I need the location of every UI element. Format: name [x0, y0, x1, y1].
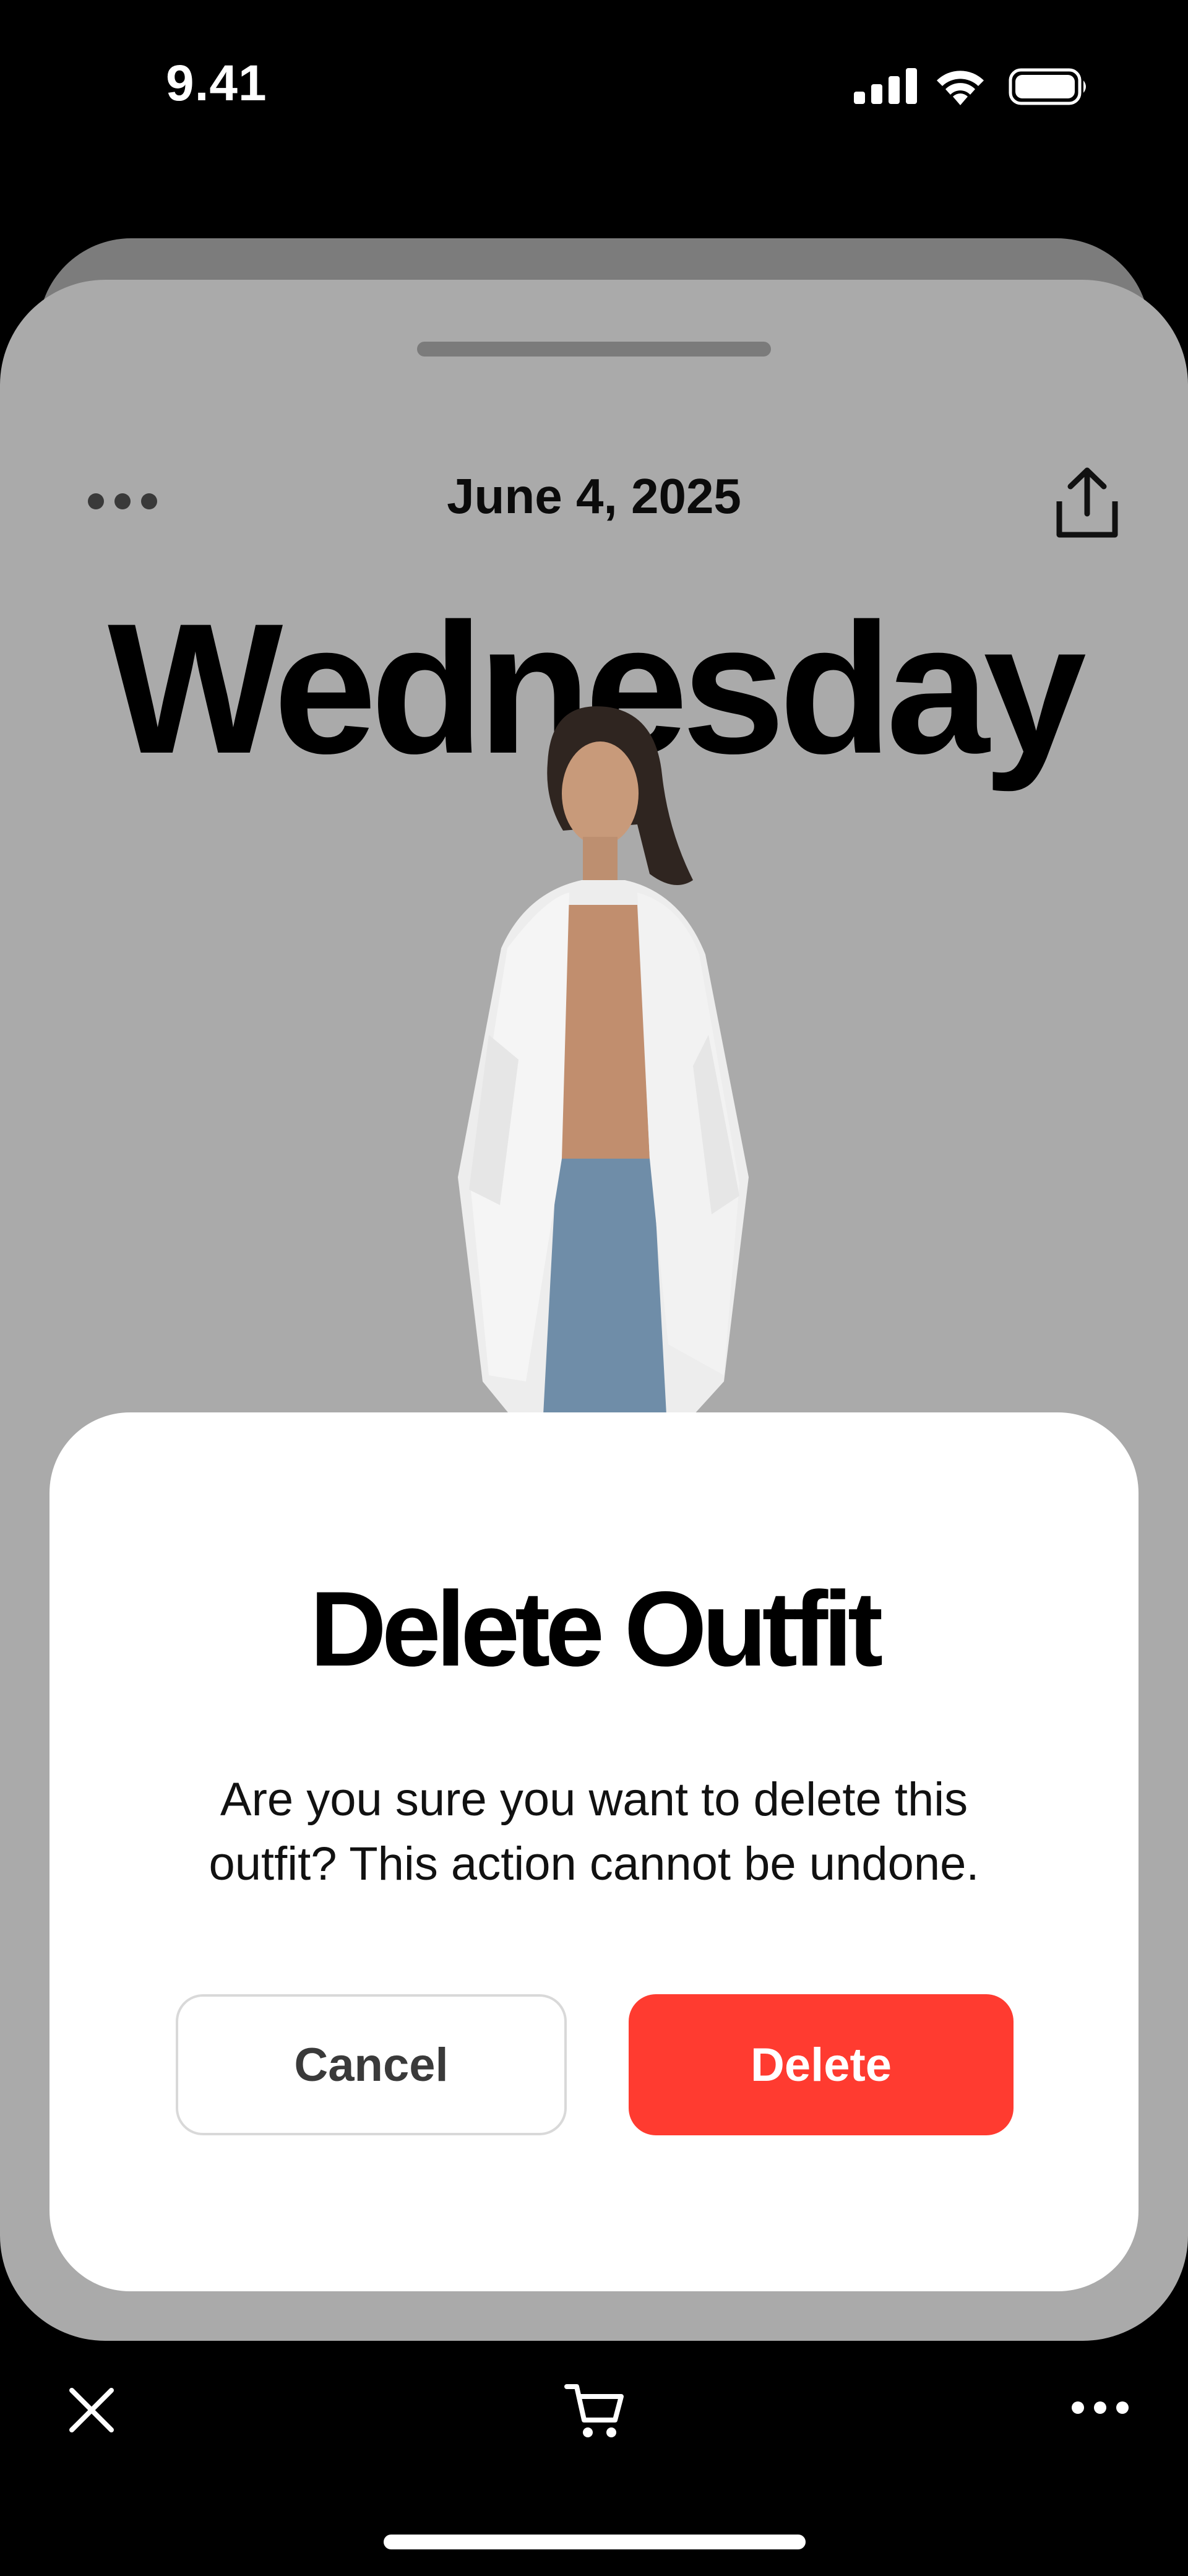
close-icon[interactable]: [67, 2385, 116, 2435]
more-horizontal-icon[interactable]: [1069, 2395, 1131, 2420]
app-screen: 9.41 June 4, 2025 Wednesday Delete Outfi…: [0, 0, 1188, 2576]
home-indicator[interactable]: [384, 2535, 806, 2549]
cart-icon[interactable]: [563, 2379, 625, 2441]
wifi-icon: [937, 71, 984, 105]
delete-outfit-dialog: Delete Outfit Are you sure you want to d…: [50, 1412, 1138, 2291]
cancel-button[interactable]: Cancel: [176, 1994, 567, 2135]
sheet-grabber[interactable]: [417, 342, 771, 357]
dialog-title: Delete Outfit: [309, 1570, 884, 1688]
share-icon[interactable]: [1053, 465, 1121, 540]
outfit-model-image: [458, 706, 749, 1450]
status-time: 9.41: [166, 55, 267, 111]
cellular-signal-icon: [854, 68, 917, 104]
outfit-date: June 4, 2025: [447, 469, 741, 524]
battery-icon: [1009, 68, 1086, 105]
dialog-message: Are you sure you want to delete this out…: [209, 1773, 979, 1890]
delete-button[interactable]: Delete: [629, 1994, 1014, 2135]
